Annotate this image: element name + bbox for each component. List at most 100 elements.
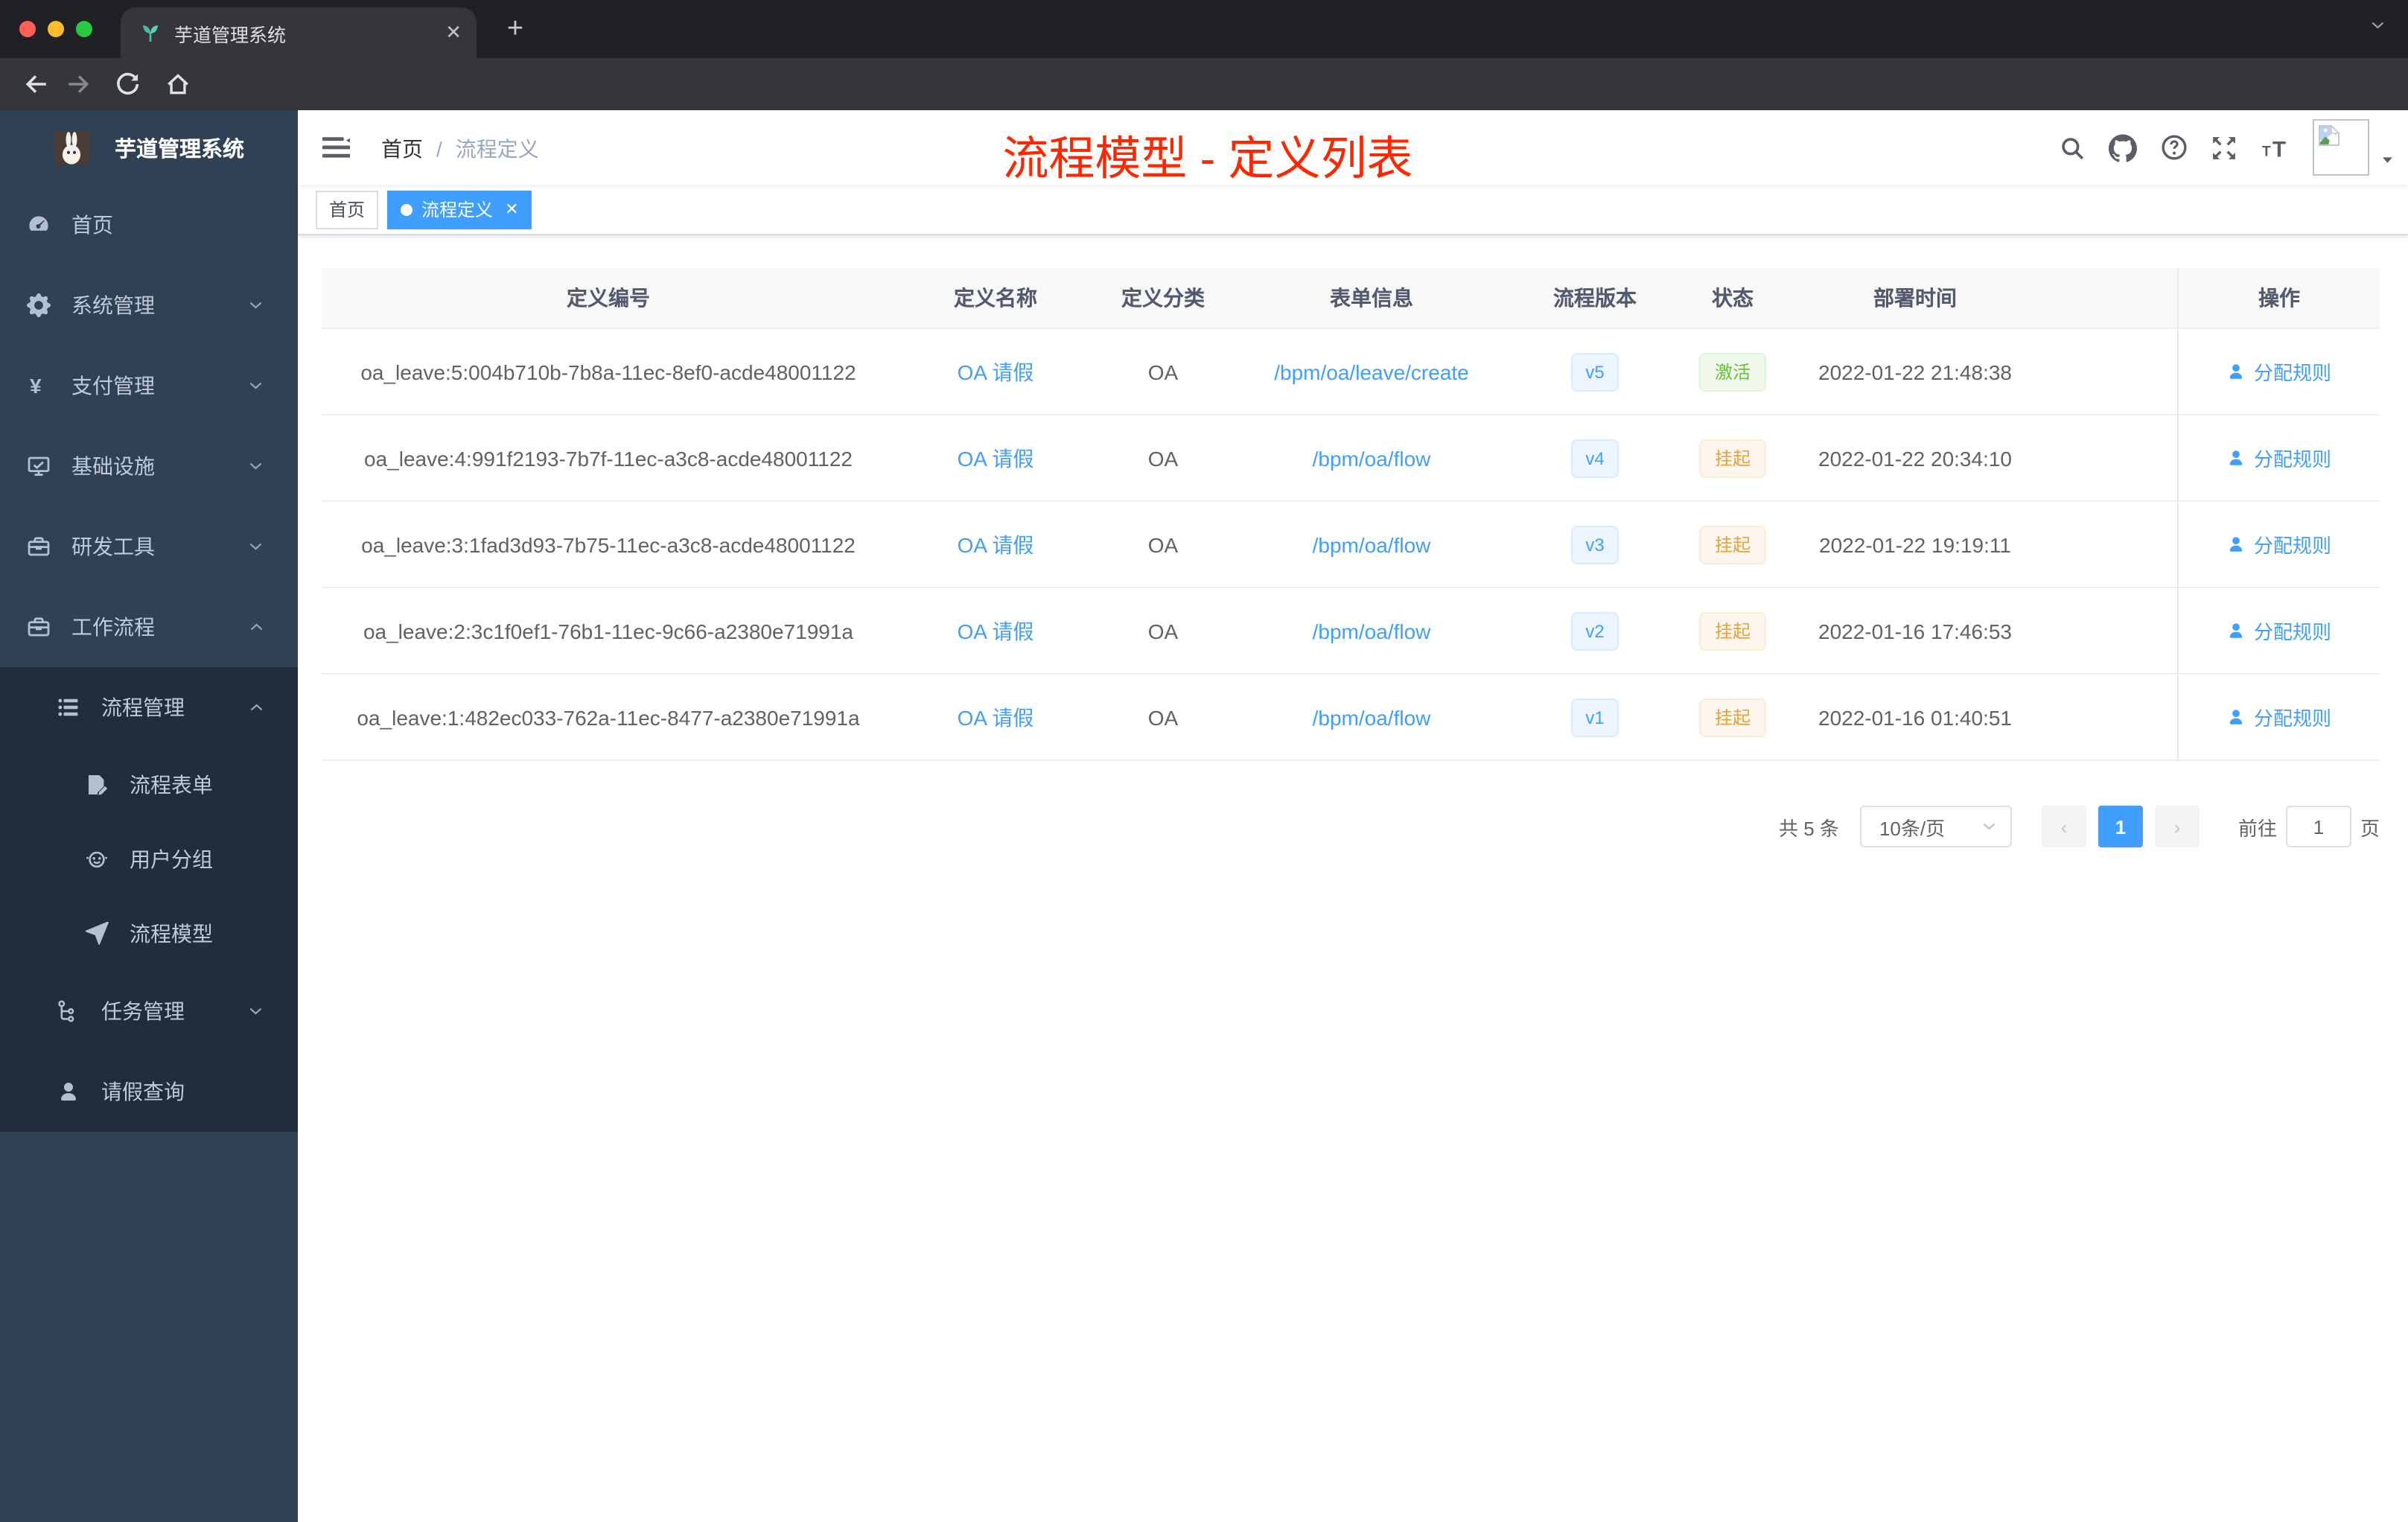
chevron-up-icon	[247, 618, 265, 636]
font-size-icon[interactable]: TT	[2261, 135, 2289, 160]
window-close-button[interactable]	[19, 20, 36, 36]
cell-form-info[interactable]: /bpm/oa/flow	[1230, 415, 1513, 500]
github-icon[interactable]	[2109, 133, 2137, 162]
prev-page-button[interactable]: ‹	[2041, 806, 2086, 847]
sidebar-item-label: 任务管理	[101, 999, 185, 1023]
next-page-button[interactable]: ›	[2154, 806, 2200, 847]
cell-definition-name[interactable]: OA 请假	[895, 588, 1096, 673]
page-size-select[interactable]: 10条/页	[1859, 806, 2012, 847]
form-info-link[interactable]: /bpm/oa/flow	[1313, 705, 1431, 729]
new-tab-button[interactable]: +	[497, 12, 533, 48]
cell-form-info[interactable]: /bpm/oa/flow	[1230, 675, 1513, 760]
logo-image	[46, 130, 97, 165]
fullscreen-icon[interactable]	[2211, 135, 2237, 160]
table-row: oa_leave:4:991f2193-7b7f-11ec-a3c8-acde4…	[322, 415, 2380, 502]
sidebar-item-首页[interactable]: 首页	[0, 185, 298, 265]
window-minimize-button[interactable]	[48, 20, 64, 36]
breadcrumb-home[interactable]: 首页	[381, 134, 423, 164]
toolbox-icon	[27, 535, 51, 558]
pagination: 共 5 条 10条/页 ‹ 1 › 前往 页	[298, 806, 2380, 847]
cell-deploy-time: 2022-01-22 21:48:38	[1818, 360, 2012, 383]
page-number-1[interactable]: 1	[2098, 806, 2143, 847]
sidebar-item-请假查询[interactable]: 请假查询	[0, 1051, 298, 1132]
definition-table: 定义编号 定义名称 定义分类 表单信息 流程版本 状态 部署时间 操作 oa_leave:5:…	[322, 268, 2380, 761]
definition-name-link[interactable]: OA 请假	[958, 357, 1034, 386]
definition-name-link[interactable]: OA 请假	[958, 616, 1034, 646]
reload-icon[interactable]	[115, 71, 140, 97]
select-chevron-icon	[1981, 818, 1998, 835]
assign-rule-link[interactable]: 分配规则	[2227, 530, 2331, 558]
sidebar-item-研发工具[interactable]: 研发工具	[0, 506, 298, 587]
table-body: oa_leave:5:004b710b-7b8a-11ec-8ef0-acde4…	[322, 329, 2380, 761]
sidebar-item-用户分组[interactable]: 用户分组	[0, 822, 298, 897]
tag-流程定义[interactable]: 流程定义 ✕	[387, 190, 532, 229]
cell-form-info[interactable]: /bpm/oa/leave/create	[1230, 329, 1513, 414]
sidebar-item-流程表单[interactable]: 流程表单	[0, 748, 298, 822]
tab-close-icon[interactable]: ✕	[445, 21, 462, 45]
cell-actions: 分配规则	[2179, 588, 2380, 673]
cell-definition-category: OA	[1147, 619, 1179, 643]
tag-label: 流程定义	[421, 200, 494, 220]
column-header-version: 流程版本	[1553, 286, 1637, 310]
sidebar-item-任务管理[interactable]: 任务管理	[0, 971, 298, 1051]
form-info-link[interactable]: /bpm/oa/flow	[1313, 619, 1431, 643]
row-filler	[2042, 502, 2179, 587]
gear-icon	[27, 293, 51, 317]
column-header-form: 表单信息	[1330, 286, 1413, 310]
assign-rule-link[interactable]: 分配规则	[2227, 703, 2331, 731]
cell-definition-name[interactable]: OA 请假	[895, 675, 1096, 760]
browser-tab[interactable]: 芋道管理系统 ✕	[121, 7, 477, 58]
sidebar-logo[interactable]: 芋道管理系统	[0, 110, 298, 185]
back-icon[interactable]	[24, 71, 49, 97]
cell-definition-name[interactable]: OA 请假	[895, 502, 1096, 587]
home-icon[interactable]	[165, 71, 191, 97]
definition-name-link[interactable]: OA 请假	[958, 529, 1034, 559]
chevron-down-icon	[247, 457, 265, 475]
sidebar-item-label: 请假查询	[101, 1080, 185, 1104]
tab-search-chevron-icon[interactable]	[2369, 16, 2387, 34]
form-info-link[interactable]: /bpm/oa/flow	[1313, 532, 1431, 556]
cell-definition-name[interactable]: OA 请假	[895, 415, 1096, 500]
cell-definition-name[interactable]: OA 请假	[895, 329, 1096, 414]
table-row: oa_leave:2:3c1f0ef1-76b1-11ec-9c66-a2380…	[322, 588, 2380, 675]
status-badge: 挂起	[1699, 439, 1765, 477]
sidebar-collapse-icon[interactable]	[320, 134, 350, 159]
sidebar-item-label: 工作流程	[71, 615, 155, 639]
form-info-link[interactable]: /bpm/oa/flow	[1313, 446, 1431, 470]
status-badge: 挂起	[1699, 525, 1765, 564]
goto-page-input[interactable]	[2285, 806, 2351, 847]
help-icon[interactable]	[2161, 134, 2188, 161]
tag-close-icon[interactable]: ✕	[505, 200, 518, 219]
tag-首页[interactable]: 首页	[316, 190, 379, 229]
sidebar-item-工作流程[interactable]: 工作流程	[0, 587, 298, 667]
cell-process-version: v4	[1513, 415, 1677, 500]
cell-status: 挂起	[1677, 415, 1789, 500]
status-badge: 挂起	[1699, 611, 1765, 650]
assign-rule-label: 分配规则	[2253, 621, 2331, 643]
search-icon[interactable]	[2060, 135, 2085, 160]
window-zoom-button[interactable]	[76, 20, 92, 36]
avatar[interactable]	[2313, 119, 2369, 176]
definition-name-link[interactable]: OA 请假	[958, 443, 1034, 473]
column-header-category: 定义分类	[1121, 286, 1205, 310]
sidebar-item-流程模型[interactable]: 流程模型	[0, 897, 298, 971]
cell-form-info[interactable]: /bpm/oa/flow	[1230, 502, 1513, 587]
assign-rule-link[interactable]: 分配规则	[2227, 444, 2331, 472]
page-size-value: 10条/页	[1879, 817, 1946, 839]
sidebar-item-支付管理[interactable]: ¥ 支付管理	[0, 346, 298, 426]
column-header-time: 部署时间	[1873, 286, 1957, 310]
sidebar-item-系统管理[interactable]: 系统管理	[0, 265, 298, 346]
version-badge: v4	[1570, 439, 1619, 477]
sidebar-item-流程管理[interactable]: 流程管理	[0, 667, 298, 748]
assign-rule-link[interactable]: 分配规则	[2227, 617, 2331, 645]
tags-view-bar: 首页 流程定义 ✕	[298, 185, 2408, 235]
cell-deploy-time: 2022-01-16 17:46:53	[1818, 619, 2012, 643]
cell-form-info[interactable]: /bpm/oa/flow	[1230, 588, 1513, 673]
sidebar-item-基础设施[interactable]: 基础设施	[0, 426, 298, 506]
avatar-dropdown-icon[interactable]	[2381, 153, 2396, 168]
definition-name-link[interactable]: OA 请假	[958, 702, 1034, 732]
assign-rule-link[interactable]: 分配规则	[2227, 357, 2331, 386]
top-navbar: 首页 / 流程定义 流程模型 - 定义列表 TT	[298, 110, 2408, 185]
form-info-link[interactable]: /bpm/oa/leave/create	[1274, 360, 1469, 383]
sidebar-item-label: 流程管理	[101, 695, 185, 719]
